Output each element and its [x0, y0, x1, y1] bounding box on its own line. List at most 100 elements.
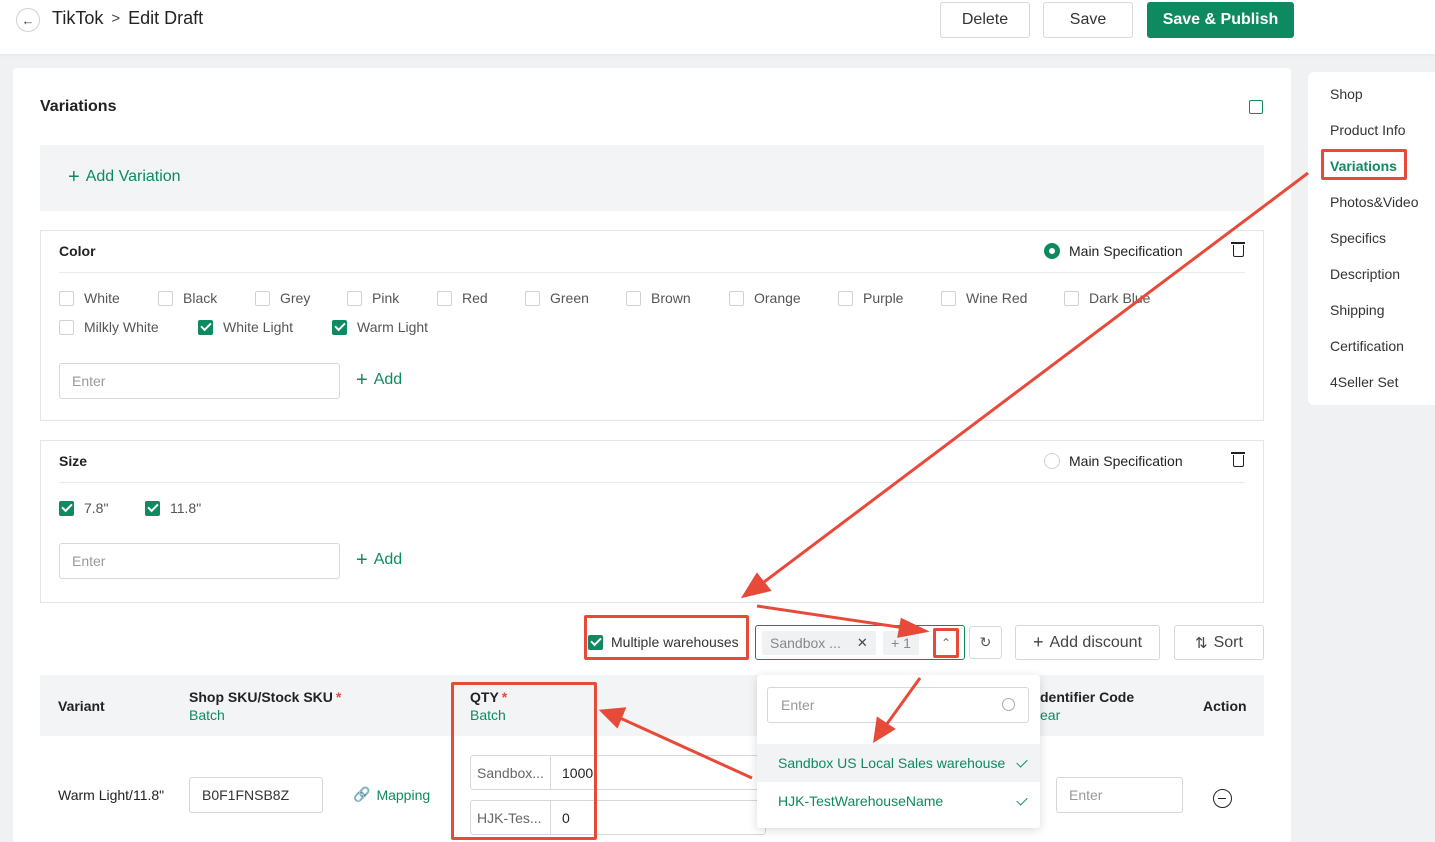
save-publish-button[interactable]: Save & Publish — [1147, 2, 1294, 38]
identifier-input[interactable]: Enter — [1056, 777, 1183, 813]
checkbox-label: Milkly White — [84, 319, 159, 335]
color-value-white-light[interactable]: White Light — [198, 319, 293, 335]
col-action: Action — [1203, 698, 1247, 714]
warehouse-tag: Sandbox ... ✕ — [762, 631, 876, 655]
color-value-grey[interactable]: Grey — [255, 290, 310, 306]
annotation-box-multiple-warehouses — [584, 615, 749, 660]
nav-shop[interactable]: Shop — [1330, 86, 1363, 102]
color-value-green[interactable]: Green — [525, 290, 589, 306]
col-variant: Variant — [58, 698, 105, 714]
color-value-brown[interactable]: Brown — [626, 290, 691, 306]
search-icon — [1002, 698, 1015, 711]
nav-4seller-set[interactable]: 4Seller Set — [1330, 374, 1398, 390]
dropdown-option[interactable]: HJK-TestWarehouseName — [757, 782, 1040, 820]
main-spec-radio[interactable] — [1044, 453, 1060, 469]
identifier-sub-link[interactable]: ear — [1040, 707, 1134, 723]
divider — [59, 272, 1245, 273]
nav-specifics[interactable]: Specifics — [1330, 230, 1386, 246]
color-value-pink[interactable]: Pink — [347, 290, 399, 306]
edit-icon[interactable] — [1249, 100, 1263, 114]
color-value-white[interactable]: White — [59, 290, 120, 306]
checkbox[interactable] — [1064, 290, 1079, 306]
color-value-warm-light[interactable]: Warm Light — [332, 319, 428, 335]
plus-icon: + — [68, 166, 80, 188]
checkbox-checked[interactable] — [332, 319, 347, 335]
dropdown-search-input[interactable]: Enter — [767, 687, 1029, 723]
checkbox-label: 11.8" — [170, 500, 202, 516]
add-discount-button[interactable]: + Add discount — [1015, 625, 1160, 660]
nav-description[interactable]: Description — [1330, 266, 1400, 282]
back-arrow-icon[interactable]: ← — [16, 8, 40, 32]
checkbox-checked[interactable] — [59, 500, 74, 516]
color-add-button[interactable]: + Add — [356, 370, 402, 390]
remove-row-icon[interactable] — [1213, 789, 1232, 808]
refresh-icon[interactable]: ↻ — [969, 626, 1002, 659]
checkbox[interactable] — [437, 290, 452, 306]
nav-photos-video[interactable]: Photos&Video — [1330, 194, 1418, 210]
nav-product-info[interactable]: Product Info — [1330, 122, 1406, 138]
checkbox[interactable] — [729, 290, 744, 306]
checkbox[interactable] — [59, 290, 74, 306]
trash-icon[interactable] — [1231, 452, 1245, 467]
color-option-title: Color — [59, 243, 96, 259]
add-variation-button[interactable]: + Add Variation — [68, 166, 181, 188]
color-value-purple[interactable]: Purple — [838, 290, 903, 306]
color-value-black[interactable]: Black — [158, 290, 217, 306]
size-add-button[interactable]: + Add — [356, 550, 403, 570]
col-identifier: dentifier Code ear — [1040, 689, 1134, 723]
checkbox[interactable] — [59, 319, 74, 335]
checkbox-label: Red — [462, 290, 488, 306]
sort-icon: ⇅ — [1195, 634, 1208, 652]
checkbox[interactable] — [626, 290, 641, 306]
checkbox[interactable] — [525, 290, 540, 306]
checkbox-checked[interactable] — [198, 319, 213, 335]
main-spec-radio[interactable] — [1044, 243, 1060, 259]
plus-icon: + — [1032, 632, 1044, 652]
sort-label: Sort — [1213, 633, 1243, 651]
checkbox-label: Purple — [863, 290, 904, 306]
color-main-spec[interactable]: Main Specification — [1044, 243, 1183, 259]
variant-name: Warm Light/11.8" — [58, 787, 165, 803]
mapping-label: Mapping — [376, 786, 431, 803]
size-value-input[interactable]: Enter — [59, 543, 340, 579]
trash-icon[interactable] — [1231, 242, 1245, 257]
checkbox[interactable] — [347, 290, 362, 306]
color-value-wine-red[interactable]: Wine Red — [941, 290, 1027, 306]
nav-certification[interactable]: Certification — [1330, 338, 1404, 354]
checkbox-label: White — [84, 290, 120, 306]
annotation-box-qty — [451, 682, 597, 840]
checkbox[interactable] — [255, 290, 270, 306]
color-value-orange[interactable]: Orange — [729, 290, 801, 306]
color-value-red[interactable]: Red — [437, 290, 488, 306]
delete-button[interactable]: Delete — [940, 2, 1030, 38]
mapping-link[interactable]: 🔗 Mapping — [353, 786, 430, 803]
color-value-dark-blue[interactable]: Dark Blue — [1064, 290, 1150, 306]
dropdown-option[interactable]: Sandbox US Local Sales warehouse — [757, 744, 1040, 782]
sort-button[interactable]: ⇅ Sort — [1174, 625, 1264, 660]
size-value-11-8[interactable]: 11.8" — [145, 500, 201, 516]
sku-input[interactable]: B0F1FNSB8Z — [189, 777, 323, 813]
checkbox-label: Grey — [280, 290, 311, 306]
main-spec-label: Main Specification — [1069, 243, 1183, 259]
save-button[interactable]: Save — [1043, 2, 1133, 38]
option-label: Sandbox US Local Sales warehouse — [778, 755, 1006, 771]
size-main-spec[interactable]: Main Specification — [1044, 453, 1183, 469]
checkbox[interactable] — [838, 290, 853, 306]
color-value-milkly-white[interactable]: Milkly White — [59, 319, 159, 335]
checkbox-checked[interactable] — [145, 500, 160, 516]
color-value-input[interactable]: Enter — [59, 363, 340, 399]
checkbox[interactable] — [158, 290, 173, 306]
add-label: Add — [373, 551, 403, 568]
sku-batch-link[interactable]: Batch — [189, 707, 341, 723]
close-icon[interactable]: ✕ — [857, 635, 868, 651]
col-sku-label: Shop SKU/Stock SKU — [189, 689, 333, 705]
check-icon — [1016, 794, 1028, 806]
nav-shipping[interactable]: Shipping — [1330, 302, 1385, 318]
warehouse-tag-label: Sandbox ... — [770, 635, 841, 651]
required-mark: * — [335, 689, 342, 705]
checkbox-label: White Light — [223, 319, 294, 335]
add-variation-area — [40, 145, 1264, 211]
breadcrumb-root[interactable]: TikTok — [52, 8, 103, 29]
checkbox[interactable] — [941, 290, 956, 306]
size-value-7-8[interactable]: 7.8" — [59, 500, 108, 516]
